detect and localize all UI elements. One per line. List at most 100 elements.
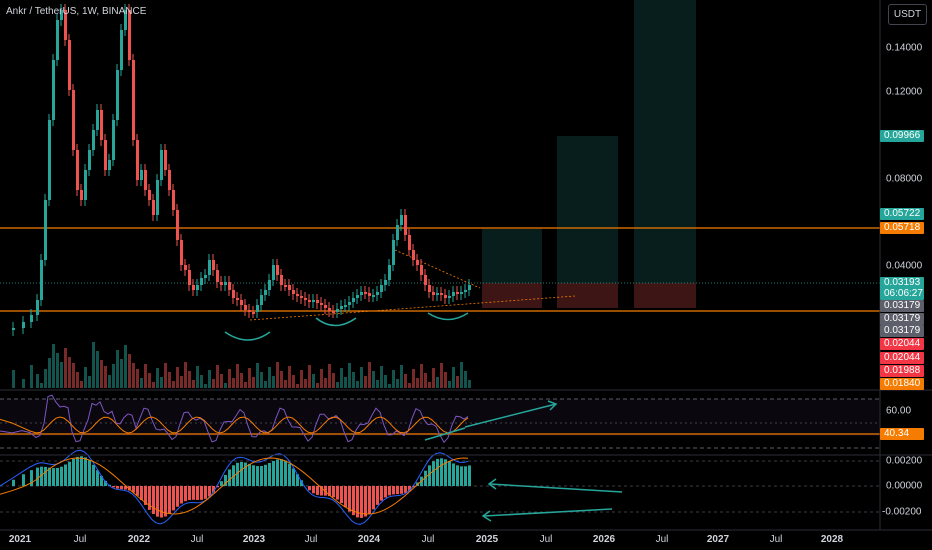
volume-bar xyxy=(412,369,415,388)
candle-body xyxy=(192,285,195,290)
volume-bar xyxy=(424,373,427,388)
time-axis-label: 2026 xyxy=(592,534,616,545)
volume-bar xyxy=(396,379,399,388)
candle-body xyxy=(244,305,247,310)
trendline-dotted-2[interactable] xyxy=(394,249,481,289)
macd-histogram-bar xyxy=(400,486,403,494)
volume-bar xyxy=(112,364,115,388)
long-position-3-stop[interactable] xyxy=(634,283,696,308)
chart-canvas[interactable] xyxy=(0,0,932,550)
candle-body xyxy=(280,275,283,285)
volume-bar xyxy=(172,381,175,388)
long-position-2-stop[interactable] xyxy=(557,283,618,308)
macd-histogram-bar xyxy=(164,486,167,517)
candle-body xyxy=(116,70,119,120)
volume-bar xyxy=(320,369,323,388)
volume-bar xyxy=(296,384,299,388)
candle-body xyxy=(180,240,183,265)
price-tag: 0.09966 xyxy=(880,130,924,142)
macd-histogram-bar xyxy=(368,486,371,514)
volume-bar xyxy=(140,378,143,388)
volume-bar xyxy=(436,377,439,388)
volume-bar xyxy=(388,384,391,388)
time-axis-label: 2024 xyxy=(357,534,381,545)
macd-histogram-bar xyxy=(440,458,443,486)
candle-body xyxy=(388,265,391,280)
candle-body xyxy=(84,170,87,200)
macd-pane[interactable] xyxy=(0,449,880,525)
volume-bar xyxy=(344,377,347,388)
candle-body xyxy=(464,290,467,292)
macd-histogram-bar xyxy=(428,465,431,486)
candle-body xyxy=(424,275,427,285)
candle-body xyxy=(140,170,143,180)
volume-bar xyxy=(316,383,319,388)
volume-bar xyxy=(40,383,43,388)
candle-body xyxy=(148,190,151,200)
candle-body xyxy=(144,170,147,190)
macd-histogram-bar xyxy=(348,486,351,512)
long-position-2-target[interactable] xyxy=(557,136,618,283)
candle-body xyxy=(340,306,343,309)
candlestick-series[interactable] xyxy=(12,4,471,336)
macd-histogram-bar xyxy=(240,461,243,486)
candle-body xyxy=(268,280,271,290)
volume-bar xyxy=(80,381,83,388)
macd-histogram-bar xyxy=(200,486,203,500)
volume-bar xyxy=(160,377,163,388)
macd-histogram-bar xyxy=(256,466,259,486)
candle-body xyxy=(76,150,79,190)
volume-bar xyxy=(72,363,75,388)
volume-bar xyxy=(120,359,123,388)
long-position-3-target[interactable] xyxy=(634,0,696,283)
time-axis-label: Jul xyxy=(769,534,783,545)
volume-bar xyxy=(240,373,243,388)
long-position-1-stop[interactable] xyxy=(482,283,542,308)
candle-body xyxy=(284,285,287,287)
candle-body xyxy=(296,294,299,296)
macd-arrow-upper[interactable] xyxy=(489,483,623,493)
volume-bar xyxy=(452,367,455,388)
time-axis[interactable]: 2021 Jul 2022 Jul 2023 Jul 2024 Jul 2025 Jul 2026 J… xyxy=(0,530,880,550)
macd-histogram-bar xyxy=(180,486,183,504)
volume-bar xyxy=(108,375,111,388)
macd-histogram-bar xyxy=(52,468,55,486)
macd-histogram-bar xyxy=(120,486,123,490)
candle-body xyxy=(204,275,207,278)
candle-body xyxy=(188,270,191,285)
volume-bar xyxy=(252,377,255,388)
volume-bar xyxy=(248,368,251,388)
price-axis[interactable]: 0.14000 0.12000 0.08000 0.04000 60.00 0.… xyxy=(880,0,932,530)
macd-histogram-bar xyxy=(436,458,439,486)
candle-body xyxy=(224,282,227,285)
volume-bar xyxy=(368,362,371,388)
candle-body xyxy=(324,305,327,308)
price-axis-label: 0.14000 xyxy=(886,42,923,54)
volume-bar xyxy=(268,367,271,388)
symbol-title[interactable]: Ankr / TetherUS, 1W, BINANCE xyxy=(6,6,146,17)
macd-histogram-bar xyxy=(292,468,295,486)
candle-body xyxy=(152,200,155,215)
volume-bar xyxy=(456,376,459,388)
pattern-arc-right[interactable] xyxy=(427,312,469,321)
volume-bar xyxy=(256,363,259,388)
volume-bar xyxy=(428,382,431,388)
rsi-pane[interactable] xyxy=(0,394,880,449)
candle-body xyxy=(208,260,211,275)
macd-arrow-lower[interactable] xyxy=(483,508,613,517)
candle-body xyxy=(264,290,267,295)
time-axis-label: 2023 xyxy=(242,534,266,545)
volume-bar xyxy=(404,374,407,388)
pattern-arc-left[interactable] xyxy=(224,331,271,341)
volume-bar xyxy=(212,379,215,388)
candle-body xyxy=(248,310,251,312)
long-position-1-target[interactable] xyxy=(482,229,542,283)
macd-histogram-bar xyxy=(340,486,343,504)
candle-body xyxy=(196,285,199,290)
long-position-tools[interactable] xyxy=(482,0,696,308)
macd-histogram-bar xyxy=(60,466,63,486)
time-axis-label: Jul xyxy=(304,534,318,545)
candle-body xyxy=(408,235,411,250)
pattern-arc-mid[interactable] xyxy=(315,317,357,327)
candle-body xyxy=(364,292,367,294)
